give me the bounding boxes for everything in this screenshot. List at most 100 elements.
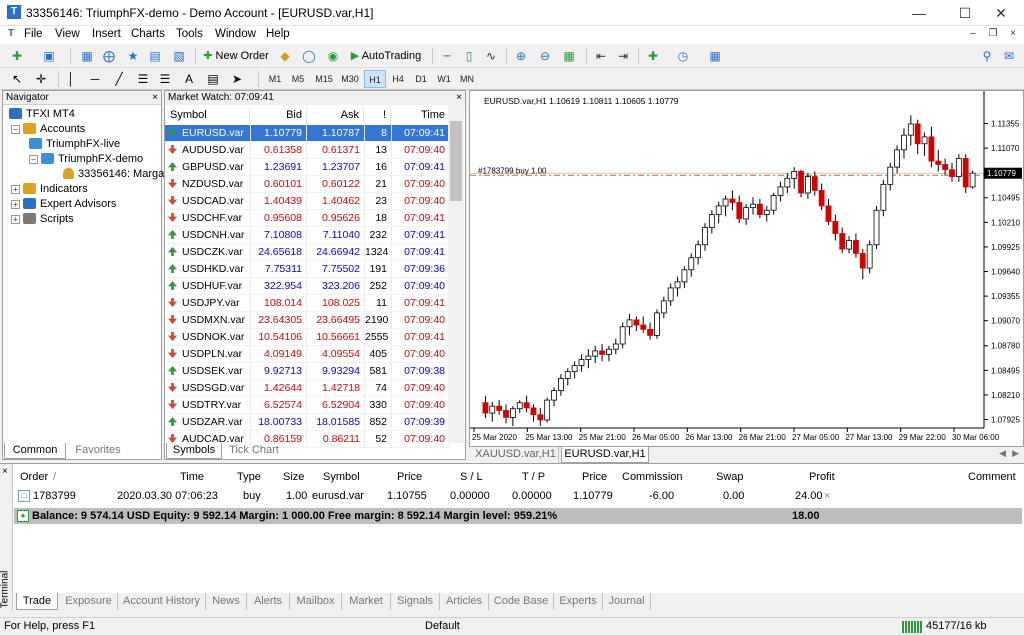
- tf-mn[interactable]: MN: [456, 70, 478, 88]
- child-window-icon[interactable]: T: [4, 27, 18, 41]
- col-symbol[interactable]: Symbol: [170, 107, 250, 124]
- tab-trade[interactable]: Trade: [16, 593, 58, 610]
- tf-d1[interactable]: D1: [410, 70, 432, 88]
- tab-exposure[interactable]: Exposure: [60, 593, 118, 610]
- menu-window[interactable]: Window: [215, 28, 256, 40]
- trendline-icon[interactable]: ╱: [110, 70, 128, 88]
- tree-account-item[interactable]: 33356146: Marga: [63, 167, 164, 182]
- tf-m5[interactable]: M5: [287, 70, 309, 88]
- fibonacci-icon[interactable]: ☰: [156, 70, 174, 88]
- col-order[interactable]: Order: [20, 470, 48, 485]
- tree-accounts[interactable]: – Accounts: [11, 122, 85, 137]
- horizontal-line-icon[interactable]: ─: [86, 70, 104, 88]
- status-profile[interactable]: Default: [425, 620, 460, 632]
- new-order-button[interactable]: ✚ New Order: [202, 47, 270, 65]
- signals-icon[interactable]: ◉: [324, 47, 342, 65]
- terminal-icon[interactable]: ▤: [146, 47, 164, 65]
- tab-common[interactable]: Common: [4, 443, 66, 459]
- mdi-minimize-icon[interactable]: –: [966, 27, 980, 41]
- market-watch-row[interactable]: EURUSD.var 1.10779 1.10787 8 07:09:41: [165, 125, 450, 142]
- market-watch-icon[interactable]: ▦: [78, 47, 96, 65]
- text-label-icon[interactable]: ▤: [204, 70, 222, 88]
- market-watch-row[interactable]: USDHUF.var 322.954 323.206 252 07:09:40: [165, 278, 450, 295]
- line-chart-icon[interactable]: ∿: [482, 47, 500, 65]
- close-window-button[interactable]: ✕: [978, 0, 1024, 26]
- col-comment[interactable]: Comment: [968, 470, 1016, 485]
- close-order-icon[interactable]: ×: [824, 488, 830, 504]
- col-commission[interactable]: Commission: [622, 470, 683, 485]
- strategy-tester-icon[interactable]: ▧: [170, 47, 188, 65]
- col-time[interactable]: Time: [392, 107, 450, 124]
- col-spread[interactable]: !: [365, 107, 391, 124]
- tab-account-history[interactable]: Account History: [118, 593, 206, 610]
- market-watch-row[interactable]: USDCNH.var 7.10808 7.11040 232 07:09:41: [165, 227, 450, 244]
- metaeditor-icon[interactable]: ◆: [276, 47, 294, 65]
- tree-server-live[interactable]: TriumphFX-live: [29, 137, 120, 152]
- indicators-icon[interactable]: ✚: [644, 47, 662, 65]
- col-sl[interactable]: S / L: [460, 470, 483, 485]
- menu-help[interactable]: Help: [266, 28, 290, 40]
- market-watch-close-icon[interactable]: ×: [456, 91, 462, 105]
- tf-h1[interactable]: H1: [364, 70, 386, 88]
- market-watch-row[interactable]: GBPUSD.var 1.23691 1.23707 16 07:09:41: [165, 159, 450, 176]
- market-watch-row[interactable]: AUDUSD.var 0.61358 0.61371 13 07:09:40: [165, 142, 450, 159]
- col-tp[interactable]: T / P: [522, 470, 545, 485]
- col-time[interactable]: Time: [180, 470, 204, 485]
- mdi-restore-icon[interactable]: ❐: [986, 27, 1000, 41]
- expand-icon[interactable]: +: [11, 215, 20, 224]
- menu-insert[interactable]: Insert: [92, 28, 121, 40]
- market-watch-row[interactable]: USDCZK.var 24.65618 24.66942 1324 07:09:41: [165, 244, 450, 261]
- menu-file[interactable]: File: [24, 28, 43, 40]
- chart-window[interactable]: 1.11355 1.11070 1.10779 1.10495 1.10210 1.099…: [469, 90, 1024, 447]
- menu-tools[interactable]: Tools: [176, 28, 203, 40]
- col-ask[interactable]: Ask: [308, 107, 364, 124]
- tf-m1[interactable]: M1: [264, 70, 286, 88]
- tf-w1[interactable]: W1: [433, 70, 455, 88]
- tree-scripts[interactable]: + Scripts: [11, 212, 74, 227]
- autoscroll-icon[interactable]: ⇤: [592, 47, 610, 65]
- price-chart[interactable]: 1.11355 1.11070 1.10779 1.10495 1.10210 1.099…: [470, 91, 1023, 446]
- market-watch-row[interactable]: USDMXN.var 23.64305 23.66495 2190 07:09:40: [165, 312, 450, 329]
- equidistant-channel-icon[interactable]: ☰: [134, 70, 152, 88]
- col-symbol[interactable]: Symbol: [323, 470, 360, 485]
- search-icon[interactable]: ⚲: [978, 47, 996, 65]
- tree-server-demo[interactable]: – TriumphFX-demo: [29, 152, 143, 167]
- chart-tab-eurusd[interactable]: EURUSD.var,H1: [561, 447, 649, 463]
- col-bid[interactable]: Bid: [253, 107, 307, 124]
- autotrading-button[interactable]: ▶ AutoTrading: [346, 47, 426, 65]
- market-watch-row[interactable]: USDNOK.var 10.54106 10.56661 2555 07:09:41: [165, 329, 450, 346]
- market-watch-row[interactable]: USDHKD.var 7.75311 7.75502 191 07:09:36: [165, 261, 450, 278]
- tab-favorites[interactable]: Favorites: [68, 443, 128, 459]
- zoom-out-icon[interactable]: ⊖: [536, 47, 554, 65]
- profiles-icon[interactable]: ▣: [40, 47, 58, 65]
- tf-m15[interactable]: M15: [311, 70, 337, 88]
- tab-market[interactable]: Market: [342, 593, 391, 610]
- navigator-icon[interactable]: ★: [124, 47, 142, 65]
- market-watch-row[interactable]: USDCHF.var 0.95608 0.95626 18 07:09:41: [165, 210, 450, 227]
- col-swap[interactable]: Swap: [716, 470, 744, 485]
- tab-symbols[interactable]: Symbols: [166, 443, 222, 459]
- new-chart-icon[interactable]: ✚: [8, 47, 26, 65]
- crosshair-icon[interactable]: ✛: [32, 70, 50, 88]
- tab-tick-chart[interactable]: Tick Chart: [224, 443, 284, 459]
- tree-indicators[interactable]: + Indicators: [11, 182, 88, 197]
- zoom-in-icon[interactable]: ⊕: [512, 47, 530, 65]
- col-profit[interactable]: Profit: [809, 470, 835, 485]
- bar-chart-icon[interactable]: ┄: [438, 47, 456, 65]
- tab-articles[interactable]: Articles: [440, 593, 489, 610]
- col-current-price[interactable]: Price: [582, 470, 607, 485]
- market-watch-row[interactable]: USDCAD.var 1.40439 1.40462 23 07:09:40: [165, 193, 450, 210]
- market-watch-row[interactable]: USDSEK.var 9.92713 9.93294 581 07:09:38: [165, 363, 450, 380]
- collapse-icon[interactable]: –: [11, 125, 20, 134]
- data-window-icon[interactable]: ⨁: [100, 47, 118, 65]
- menu-view[interactable]: View: [55, 28, 80, 40]
- tab-scroll-right-icon[interactable]: ▶: [1012, 448, 1019, 459]
- expand-icon[interactable]: +: [11, 200, 20, 209]
- periods-icon[interactable]: ◷: [674, 47, 692, 65]
- chat-icon[interactable]: ✉: [1000, 47, 1018, 65]
- market-watch-row[interactable]: USDPLN.var 4.09149 4.09554 405 07:09:40: [165, 346, 450, 363]
- tab-alerts[interactable]: Alerts: [247, 593, 290, 610]
- text-icon[interactable]: A: [180, 70, 198, 88]
- tf-h4[interactable]: H4: [387, 70, 409, 88]
- chart-shift-icon[interactable]: ⇥: [614, 47, 632, 65]
